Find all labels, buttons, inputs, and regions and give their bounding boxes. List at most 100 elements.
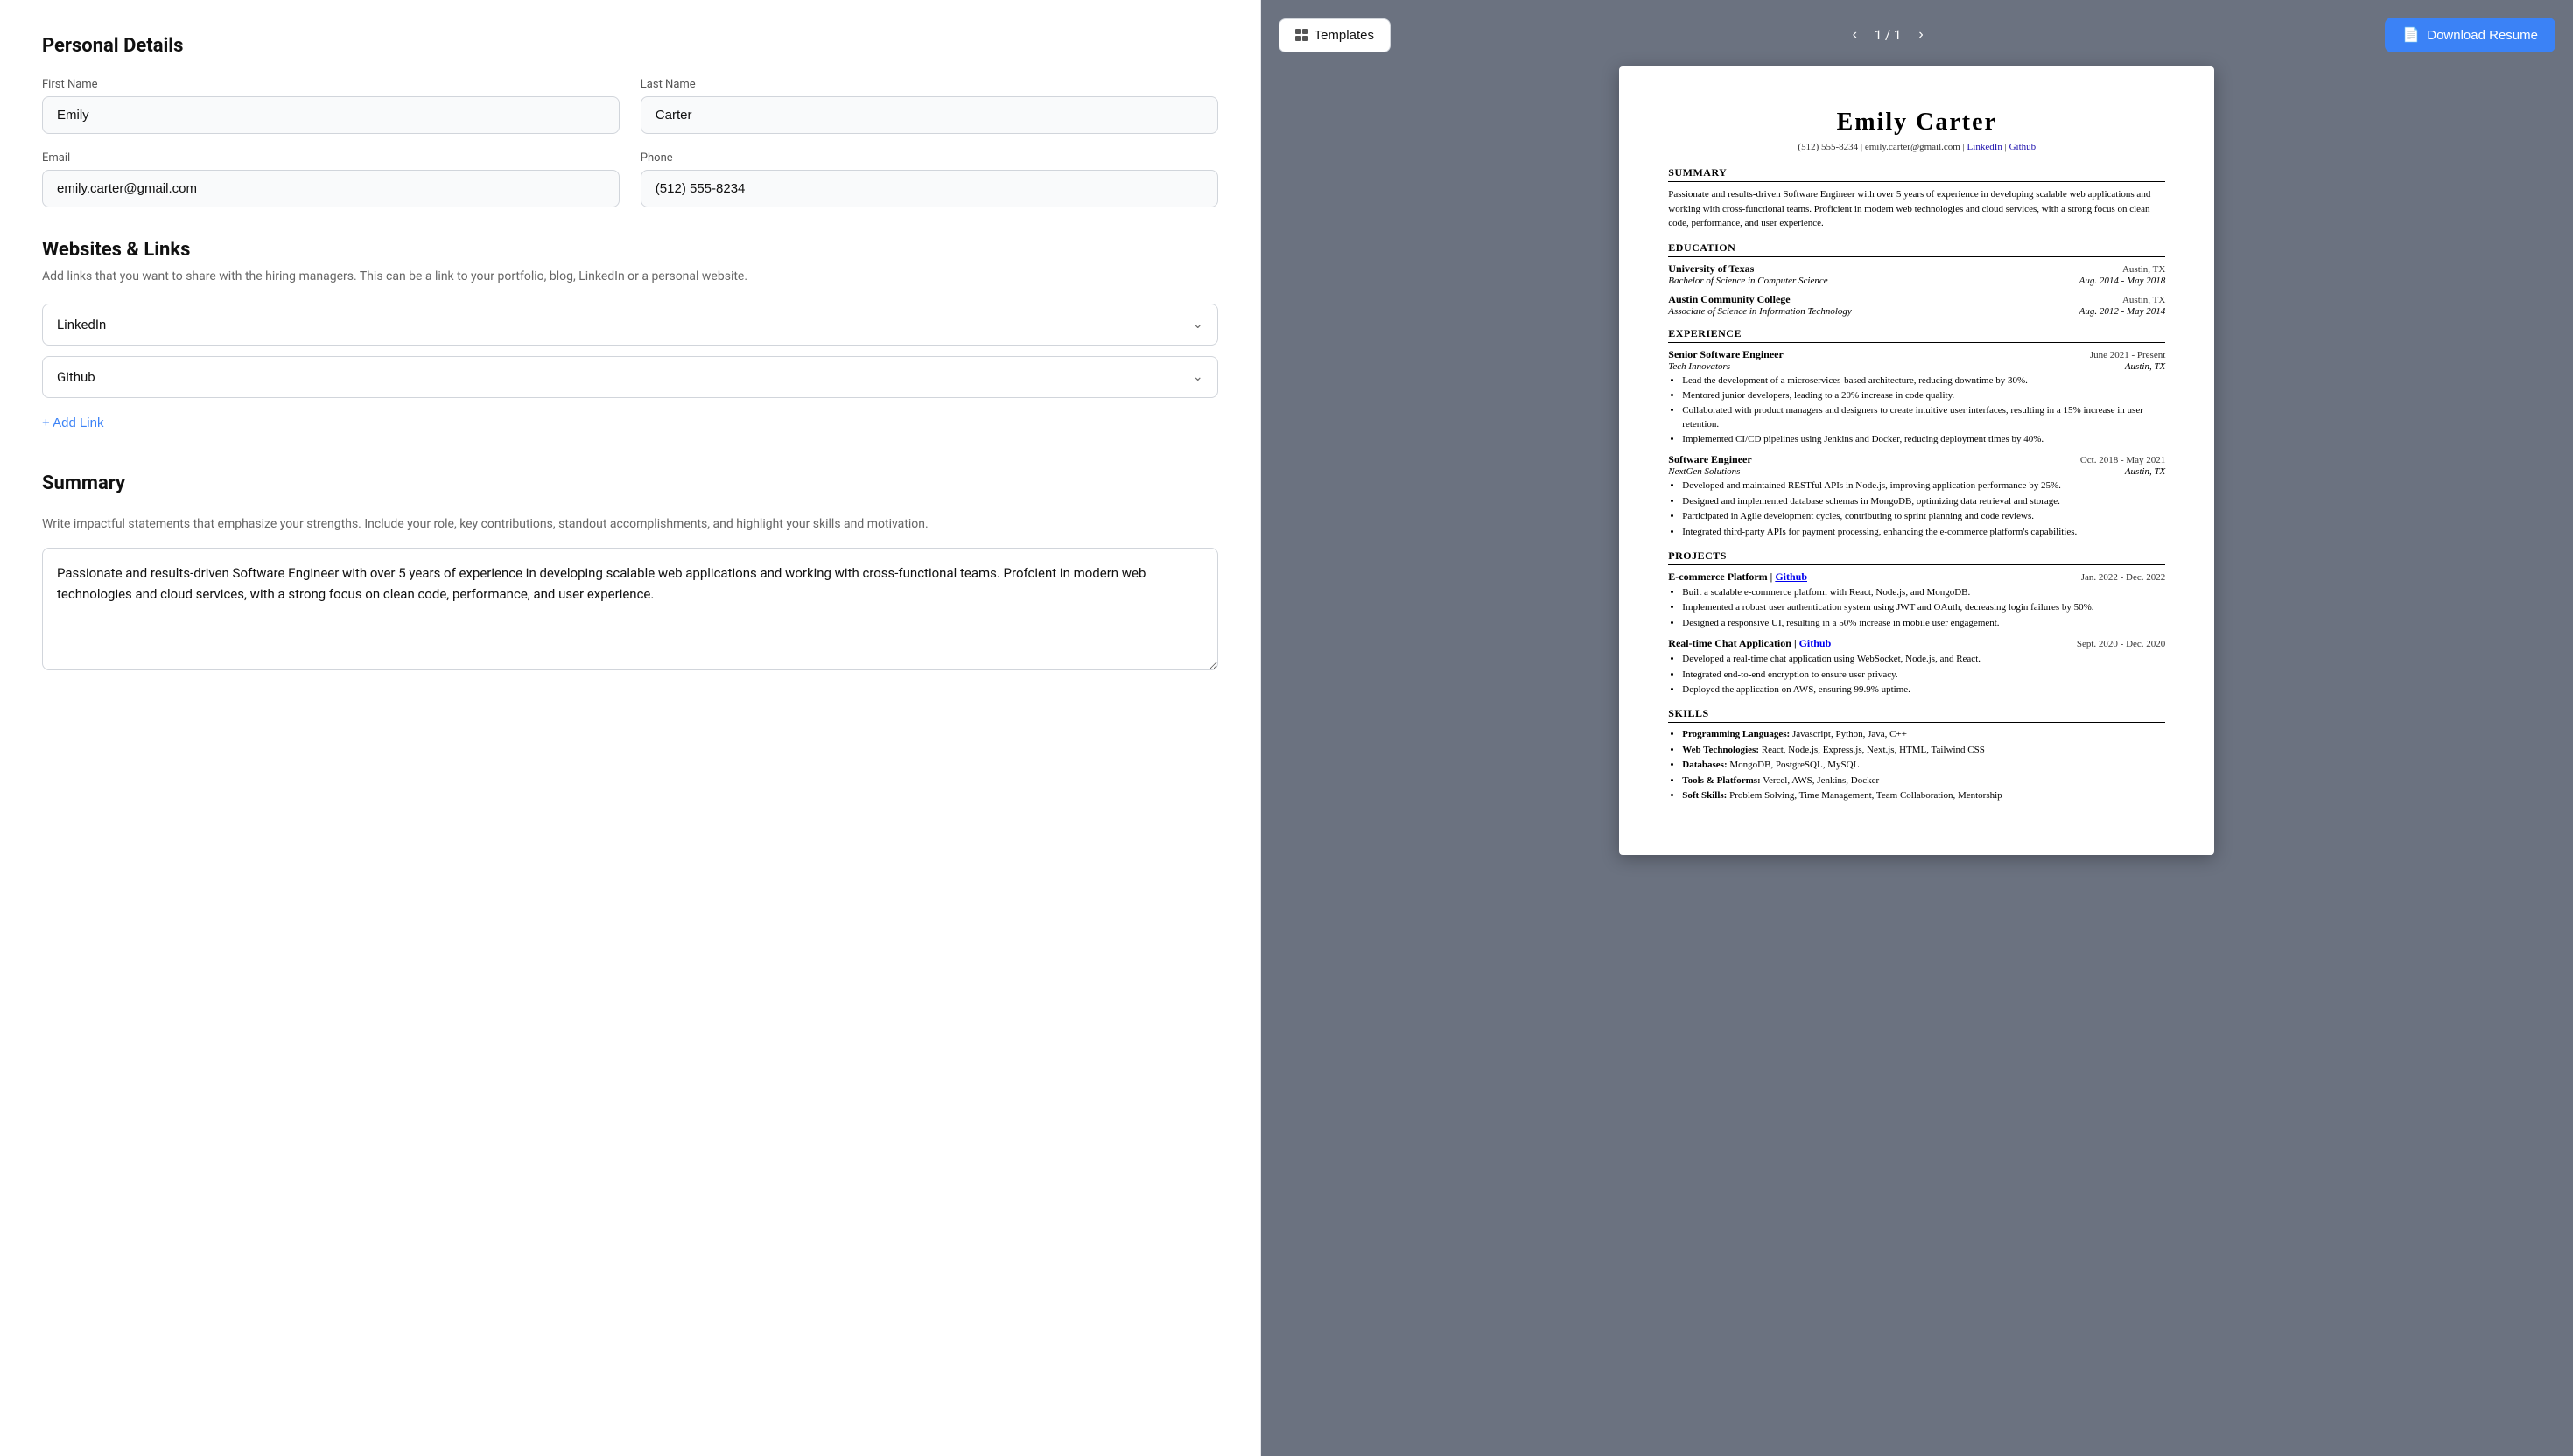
exp2-bullets: Developed and maintained RESTful APIs in… bbox=[1668, 480, 2165, 539]
contact-row: Email Phone bbox=[42, 151, 1218, 207]
proj2-bullet-1: Developed a real-time chat application u… bbox=[1682, 653, 2165, 666]
exp1-title: Senior Software Engineer bbox=[1668, 348, 1784, 361]
first-name-label: First Name bbox=[42, 78, 620, 91]
linkedin-chevron-icon: ⌄ bbox=[1193, 318, 1203, 332]
personal-details-title: Personal Details bbox=[42, 35, 1218, 57]
name-row: First Name Last Name bbox=[42, 78, 1218, 134]
github-chevron-icon: ⌄ bbox=[1193, 370, 1203, 384]
skill-tools: Tools & Platforms: Vercel, AWS, Jenkins,… bbox=[1682, 774, 2165, 788]
next-page-button[interactable]: › bbox=[1911, 24, 1930, 46]
add-link-button[interactable]: + Add Link bbox=[42, 409, 103, 438]
exp1-bullet-4: Implemented CI/CD pipelines using Jenkin… bbox=[1682, 433, 2165, 446]
email-input[interactable] bbox=[42, 170, 620, 207]
download-label: Download Resume bbox=[2427, 28, 2538, 43]
linkedin-dropdown[interactable]: LinkedIn ⌄ bbox=[42, 304, 1218, 346]
summary-title: Summary bbox=[42, 472, 1218, 494]
edu2-degree: Associate of Science in Information Tech… bbox=[1668, 306, 1851, 317]
education-entry-2: Austin Community College Austin, TX Asso… bbox=[1668, 293, 2165, 317]
exp1-bullet-3: Collaborated with product managers and d… bbox=[1682, 404, 2165, 431]
github-link[interactable]: Github bbox=[2009, 142, 2037, 152]
edu1-institution: University of Texas bbox=[1668, 262, 1754, 276]
github-label: Github bbox=[57, 369, 95, 385]
proj1-bullet-1: Built a scalable e-commerce platform wit… bbox=[1682, 586, 2165, 599]
resume-contact: (512) 555-8234 | emily.carter@gmail.com … bbox=[1668, 142, 2165, 152]
resume-projects-section: PROJECTS E-commerce Platform | Github Ja… bbox=[1668, 550, 2165, 696]
last-name-input[interactable] bbox=[641, 96, 1218, 134]
last-name-label: Last Name bbox=[641, 78, 1218, 91]
project-entry-2: Real-time Chat Application | Github Sept… bbox=[1668, 637, 2165, 696]
linkedin-link[interactable]: LinkedIn bbox=[1967, 142, 2002, 152]
github-dropdown[interactable]: Github ⌄ bbox=[42, 356, 1218, 398]
exp1-location: Austin, TX bbox=[2125, 361, 2165, 372]
resume-education-title: EDUCATION bbox=[1668, 242, 2165, 257]
summary-section: Summary Write impactful statements that … bbox=[42, 472, 1218, 674]
proj2-link[interactable]: Github bbox=[1799, 637, 1832, 649]
skill-soft: Soft Skills: Problem Solving, Time Manag… bbox=[1682, 789, 2165, 802]
download-resume-button[interactable]: 📄 Download Resume bbox=[2385, 18, 2555, 52]
proj1-bullets: Built a scalable e-commerce platform wit… bbox=[1668, 586, 2165, 630]
resume-experience-section: EXPERIENCE Senior Software Engineer June… bbox=[1668, 327, 2165, 540]
summary-description: Write impactful statements that emphasiz… bbox=[42, 515, 1218, 534]
exp2-bullet-4: Integrated third-party APIs for payment … bbox=[1682, 526, 2165, 539]
right-panel: Templates ‹ 1 / 1 › 📄 Download Resume Em… bbox=[1261, 0, 2573, 1456]
resume-experience-title: EXPERIENCE bbox=[1668, 327, 2165, 343]
first-name-input[interactable] bbox=[42, 96, 620, 134]
linkedin-label: LinkedIn bbox=[57, 317, 106, 332]
proj2-bullets: Developed a real-time chat application u… bbox=[1668, 653, 2165, 696]
exp1-bullet-2: Mentored junior developers, leading to a… bbox=[1682, 389, 2165, 402]
exp2-title: Software Engineer bbox=[1668, 453, 1751, 466]
document-icon: 📄 bbox=[2402, 26, 2420, 44]
proj2-title: Real-time Chat Application | Github bbox=[1668, 637, 1831, 650]
grid-icon bbox=[1295, 29, 1308, 41]
project-entry-1: E-commerce Platform | Github Jan. 2022 -… bbox=[1668, 570, 2165, 630]
templates-label: Templates bbox=[1315, 28, 1374, 43]
last-name-group: Last Name bbox=[641, 78, 1218, 134]
prev-page-button[interactable]: ‹ bbox=[1846, 24, 1864, 46]
edu1-dates: Aug. 2014 - May 2018 bbox=[2079, 276, 2166, 286]
skill-databases: Databases: MongoDB, PostgreSQL, MySQL bbox=[1682, 759, 2165, 772]
page-navigation: ‹ 1 / 1 › bbox=[1846, 24, 1931, 46]
right-toolbar: Templates ‹ 1 / 1 › 📄 Download Resume bbox=[1279, 18, 2555, 52]
resume-projects-title: PROJECTS bbox=[1668, 550, 2165, 565]
proj2-bullet-2: Integrated end-to-end encryption to ensu… bbox=[1682, 668, 2165, 682]
exp2-location: Austin, TX bbox=[2125, 466, 2165, 477]
education-entry-1: University of Texas Austin, TX Bachelor … bbox=[1668, 262, 2165, 286]
phone-input[interactable] bbox=[641, 170, 1218, 207]
resume-summary-title: SUMMARY bbox=[1668, 166, 2165, 182]
websites-section: Websites & Links Add links that you want… bbox=[42, 239, 1218, 438]
exp1-bullets: Lead the development of a microservices-… bbox=[1668, 374, 2165, 447]
skill-programming: Programming Languages: Javascript, Pytho… bbox=[1682, 728, 2165, 741]
phone-label: Phone bbox=[641, 151, 1218, 164]
experience-entry-2: Software Engineer Oct. 2018 - May 2021 N… bbox=[1668, 453, 2165, 539]
page-indicator: 1 / 1 bbox=[1875, 27, 1902, 43]
templates-button[interactable]: Templates bbox=[1279, 18, 1391, 52]
email-label: Email bbox=[42, 151, 620, 164]
exp2-bullet-2: Designed and implemented database schema… bbox=[1682, 495, 2165, 508]
edu1-degree: Bachelor of Science in Computer Science bbox=[1668, 276, 1827, 286]
resume-skills-section: SKILLS Programming Languages: Javascript… bbox=[1668, 707, 2165, 802]
exp2-company: NextGen Solutions bbox=[1668, 466, 1740, 477]
skill-web: Web Technologies: React, Node.js, Expres… bbox=[1682, 744, 2165, 757]
phone-group: Phone bbox=[641, 151, 1218, 207]
skills-list: Programming Languages: Javascript, Pytho… bbox=[1668, 728, 2165, 802]
email-group: Email bbox=[42, 151, 620, 207]
summary-textarea[interactable] bbox=[42, 548, 1218, 670]
exp1-bullet-1: Lead the development of a microservices-… bbox=[1682, 374, 2165, 388]
resume-summary-section: SUMMARY Passionate and results-driven So… bbox=[1668, 166, 2165, 231]
proj2-dates: Sept. 2020 - Dec. 2020 bbox=[2077, 639, 2165, 649]
edu2-institution: Austin Community College bbox=[1668, 293, 1790, 306]
resume-skills-title: SKILLS bbox=[1668, 707, 2165, 723]
resume-summary-text: Passionate and results-driven Software E… bbox=[1668, 187, 2165, 231]
experience-entry-1: Senior Software Engineer June 2021 - Pre… bbox=[1668, 348, 2165, 447]
exp2-bullet-3: Participated in Agile development cycles… bbox=[1682, 510, 2165, 523]
websites-description: Add links that you want to share with th… bbox=[42, 268, 1218, 286]
edu2-location: Austin, TX bbox=[2122, 295, 2165, 305]
first-name-group: First Name bbox=[42, 78, 620, 134]
proj1-link[interactable]: Github bbox=[1775, 570, 1807, 583]
proj1-bullet-3: Designed a responsive UI, resulting in a… bbox=[1682, 617, 2165, 630]
websites-title: Websites & Links bbox=[42, 239, 1218, 261]
add-link-label: + Add Link bbox=[42, 416, 103, 430]
exp1-dates: June 2021 - Present bbox=[2090, 350, 2165, 360]
proj2-bullet-3: Deployed the application on AWS, ensurin… bbox=[1682, 683, 2165, 696]
edu1-location: Austin, TX bbox=[2122, 264, 2165, 275]
